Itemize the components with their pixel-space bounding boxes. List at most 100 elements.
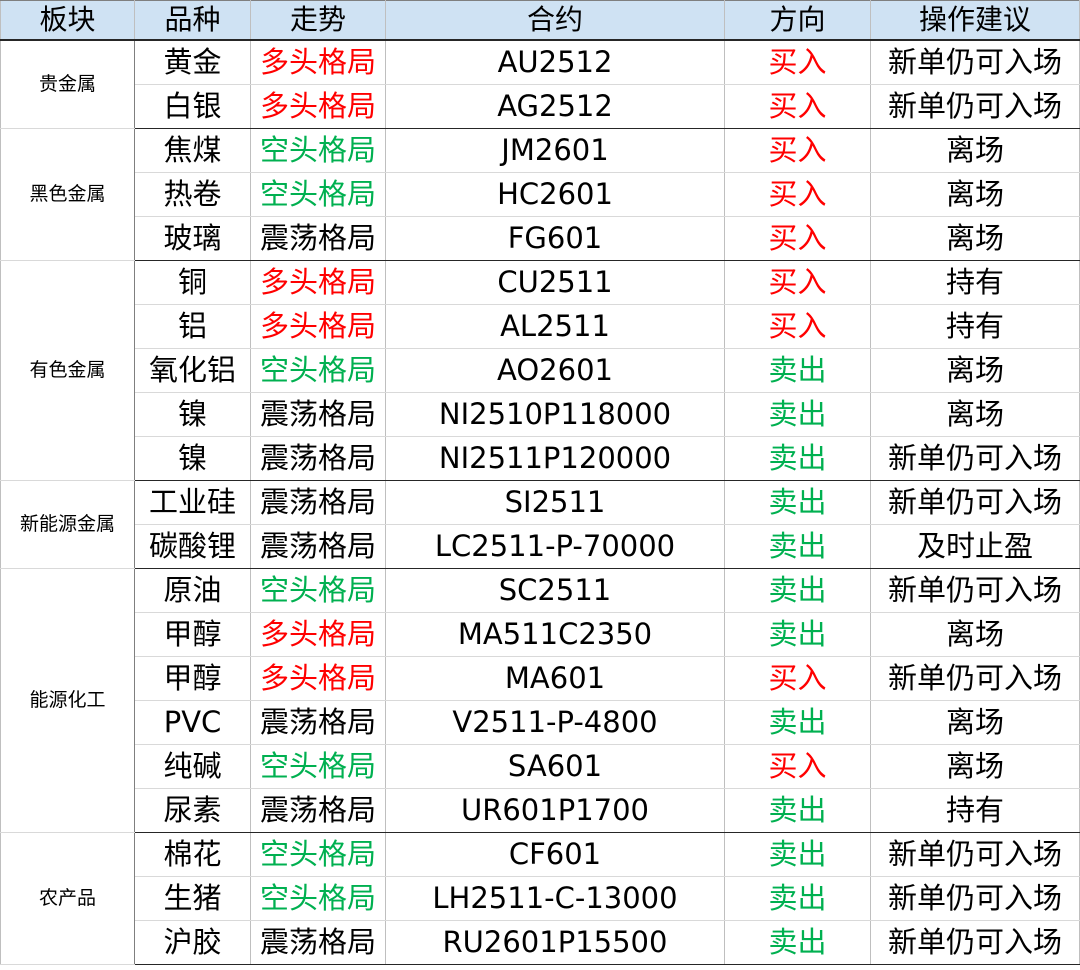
table-header: 板块 品种 走势 合约 方向 操作建议 [0, 0, 1080, 41]
trend-cell: 多头格局 [250, 304, 386, 349]
variety-cell: 镍 [134, 392, 251, 437]
advice-cell: 新单仍可入场 [870, 832, 1080, 877]
trend-cell: 震荡格局 [250, 392, 386, 437]
table-row: 能源化工 原油 空头格局 SC2511 卖出 新单仍可入场 [0, 568, 1080, 833]
advice-cell: 离场 [870, 744, 1080, 789]
direction-cell: 卖出 [724, 348, 871, 393]
table-row: 纯碱 空头格局 SA601 买入 离场 [1, 744, 1080, 789]
sector-cell: 新能源金属 [0, 480, 135, 569]
direction-cell: 买入 [724, 84, 871, 129]
sector-group: 贵金属 黄金 多头格局 AU2512 买入 新单仍可入场 白银 多头格局 AG2512 买入 新单仍… [0, 39, 1080, 129]
advice-cell: 新单仍可入场 [870, 84, 1080, 129]
contract-cell: AO2601 [385, 348, 725, 393]
header-advice: 操作建议 [870, 0, 1080, 41]
sector-group: 农产品 棉花 空头格局 CF601 卖出 新单仍可入场 生猪 空头格局 LH2511-C-130… [0, 832, 1080, 965]
table-row: 镍震荡格局 NI2510P118000 卖出 离场 [1, 392, 1080, 437]
table-row: 新能源金属 工业硅 震荡格局 SI2511 卖出 新单仍可入场 [0, 480, 1080, 569]
table-row: 铝多头格局 AL2511 买入 持有 [1, 304, 1080, 349]
table-row: 有色金属铜多头格局 CU2511 买入 持有 [0, 260, 1080, 481]
advice-cell: 新单仍可入场 [870, 920, 1080, 965]
table-row: PVC 震荡格局 V2511-P-4800 卖出 离场 [1, 700, 1080, 745]
variety-cell: 黄金 [134, 39, 251, 85]
advice-cell: 持有 [870, 304, 1080, 349]
direction-cell: 卖出 [724, 700, 871, 745]
table-row: 甲醇 多头格局 MA511C2350 卖出 离场 [1, 612, 1080, 657]
trend-cell: 多头格局 [250, 656, 386, 701]
table-row: 生猪 空头格局 LH2511-C-13000 卖出 新单仍可入场 [1, 876, 1080, 921]
variety-cell: 尿素 [134, 788, 251, 833]
trend-cell: 震荡格局 [250, 700, 386, 745]
direction-cell: 买入 [724, 260, 871, 305]
advice-cell: 新单仍可入场 [870, 39, 1080, 85]
header-trend: 走势 [250, 0, 386, 41]
header-contract: 合约 [385, 0, 725, 41]
direction-cell: 卖出 [724, 436, 871, 481]
contract-cell: SA601 [385, 744, 725, 789]
trend-cell: 多头格局 [250, 260, 386, 305]
contract-cell: AG2512 [385, 84, 725, 129]
contract-cell: MA511C2350 [385, 612, 725, 657]
variety-cell: 沪胶 [134, 920, 251, 965]
direction-cell: 卖出 [724, 920, 871, 965]
direction-cell: 卖出 [724, 832, 871, 877]
table-row: 甲醇 多头格局 MA601 买入 新单仍可入场 [1, 656, 1080, 701]
variety-cell: 原油 [134, 568, 251, 613]
advice-cell: 持有 [870, 788, 1080, 833]
contract-cell: AU2512 [385, 39, 725, 85]
trend-cell: 震荡格局 [250, 788, 386, 833]
direction-cell: 卖出 [724, 612, 871, 657]
table-row: 碳酸锂 震荡格局 LC2511-P-70000 卖出 及时止盈 [1, 524, 1080, 569]
trend-cell: 震荡格局 [250, 216, 386, 261]
contract-cell: LH2511-C-13000 [385, 876, 725, 921]
advice-cell: 离场 [870, 700, 1080, 745]
advice-cell: 新单仍可入场 [870, 568, 1080, 613]
variety-cell: 棉花 [134, 832, 251, 877]
advice-cell: 离场 [870, 348, 1080, 393]
advice-cell: 离场 [870, 128, 1080, 173]
advice-cell: 新单仍可入场 [870, 876, 1080, 921]
direction-cell: 卖出 [724, 788, 871, 833]
header-variety: 品种 [134, 0, 251, 41]
trend-cell: 空头格局 [250, 744, 386, 789]
advice-cell: 离场 [870, 612, 1080, 657]
direction-cell: 买入 [724, 656, 871, 701]
trend-cell: 震荡格局 [250, 524, 386, 569]
trend-cell: 空头格局 [250, 832, 386, 877]
table-row: 农产品 棉花 空头格局 CF601 卖出 新单仍可入场 [0, 832, 1080, 965]
contract-cell: UR601P1700 [385, 788, 725, 833]
advice-cell: 新单仍可入场 [870, 480, 1080, 525]
variety-cell: 碳酸锂 [134, 524, 251, 569]
table-row: 镍震荡格局 NI2511P120000 卖出 新单仍可入场 [1, 436, 1080, 481]
advice-cell: 新单仍可入场 [870, 656, 1080, 701]
advice-cell: 新单仍可入场 [870, 436, 1080, 481]
sector-cell: 有色金属 [0, 260, 135, 481]
advice-cell: 离场 [870, 216, 1080, 261]
advice-cell: 离场 [870, 392, 1080, 437]
advice-cell: 离场 [870, 172, 1080, 217]
sector-cell: 贵金属 [0, 39, 135, 129]
variety-cell: 玻璃 [134, 216, 251, 261]
contract-cell: RU2601P15500 [385, 920, 725, 965]
sector-group: 新能源金属 工业硅 震荡格局 SI2511 卖出 新单仍可入场 碳酸锂 震荡格局 LC2511-… [0, 480, 1080, 569]
variety-cell: 白银 [134, 84, 251, 129]
header-row: 板块 品种 走势 合约 方向 操作建议 [0, 0, 1080, 41]
contract-cell: NI2510P118000 [385, 392, 725, 437]
variety-cell: 镍 [134, 436, 251, 481]
trend-cell: 多头格局 [250, 39, 386, 85]
trend-cell: 多头格局 [250, 612, 386, 657]
direction-cell: 卖出 [724, 568, 871, 613]
variety-cell: 甲醇 [134, 656, 251, 701]
sector-cell: 黑色金属 [0, 128, 135, 261]
table-row: 黑色金属 焦煤 空头格局 JM2601 买入 离场 [0, 128, 1080, 261]
trend-cell: 震荡格局 [250, 480, 386, 525]
table-row: 玻璃 震荡格局 FG601 买入 离场 [1, 216, 1080, 261]
table-row: 氧化铝 空头格局 AO2601 卖出 离场 [1, 348, 1080, 393]
sector-group: 有色金属铜多头格局 CU2511 买入 持有铝多头格局 AL2511 买入 持有 氧化铝 空头格… [0, 260, 1080, 481]
direction-cell: 卖出 [724, 480, 871, 525]
trend-cell: 空头格局 [250, 876, 386, 921]
variety-cell: 甲醇 [134, 612, 251, 657]
advice-cell: 持有 [870, 260, 1080, 305]
trend-cell: 震荡格局 [250, 920, 386, 965]
table-row: 热卷 空头格局 HC2601 买入 离场 [1, 172, 1080, 217]
variety-cell: 生猪 [134, 876, 251, 921]
